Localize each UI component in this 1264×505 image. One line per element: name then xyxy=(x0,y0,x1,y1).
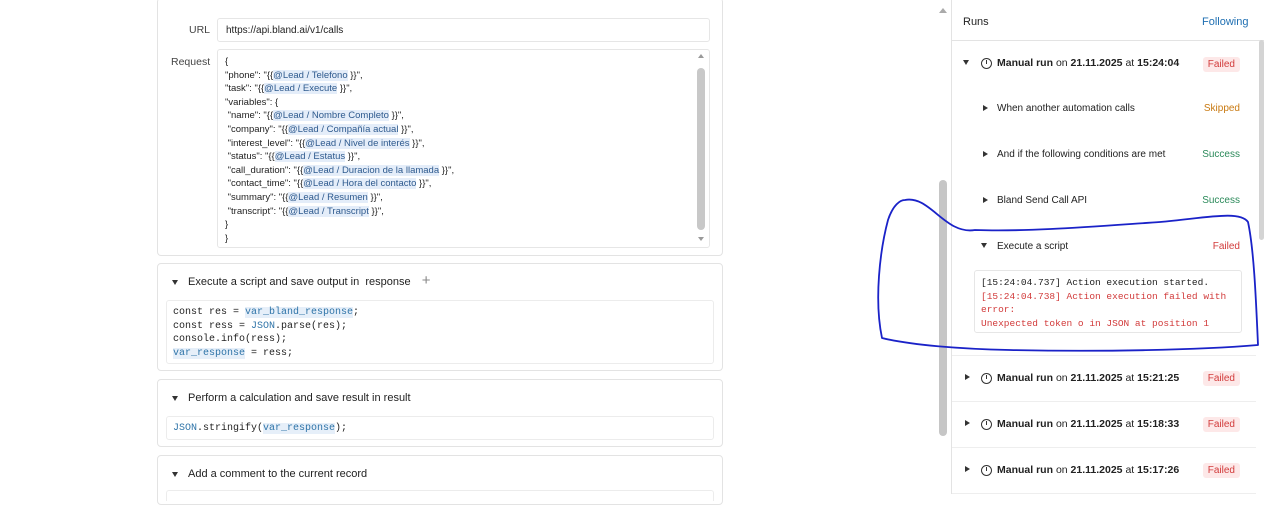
hand-drawn-annotation xyxy=(877,198,1259,352)
